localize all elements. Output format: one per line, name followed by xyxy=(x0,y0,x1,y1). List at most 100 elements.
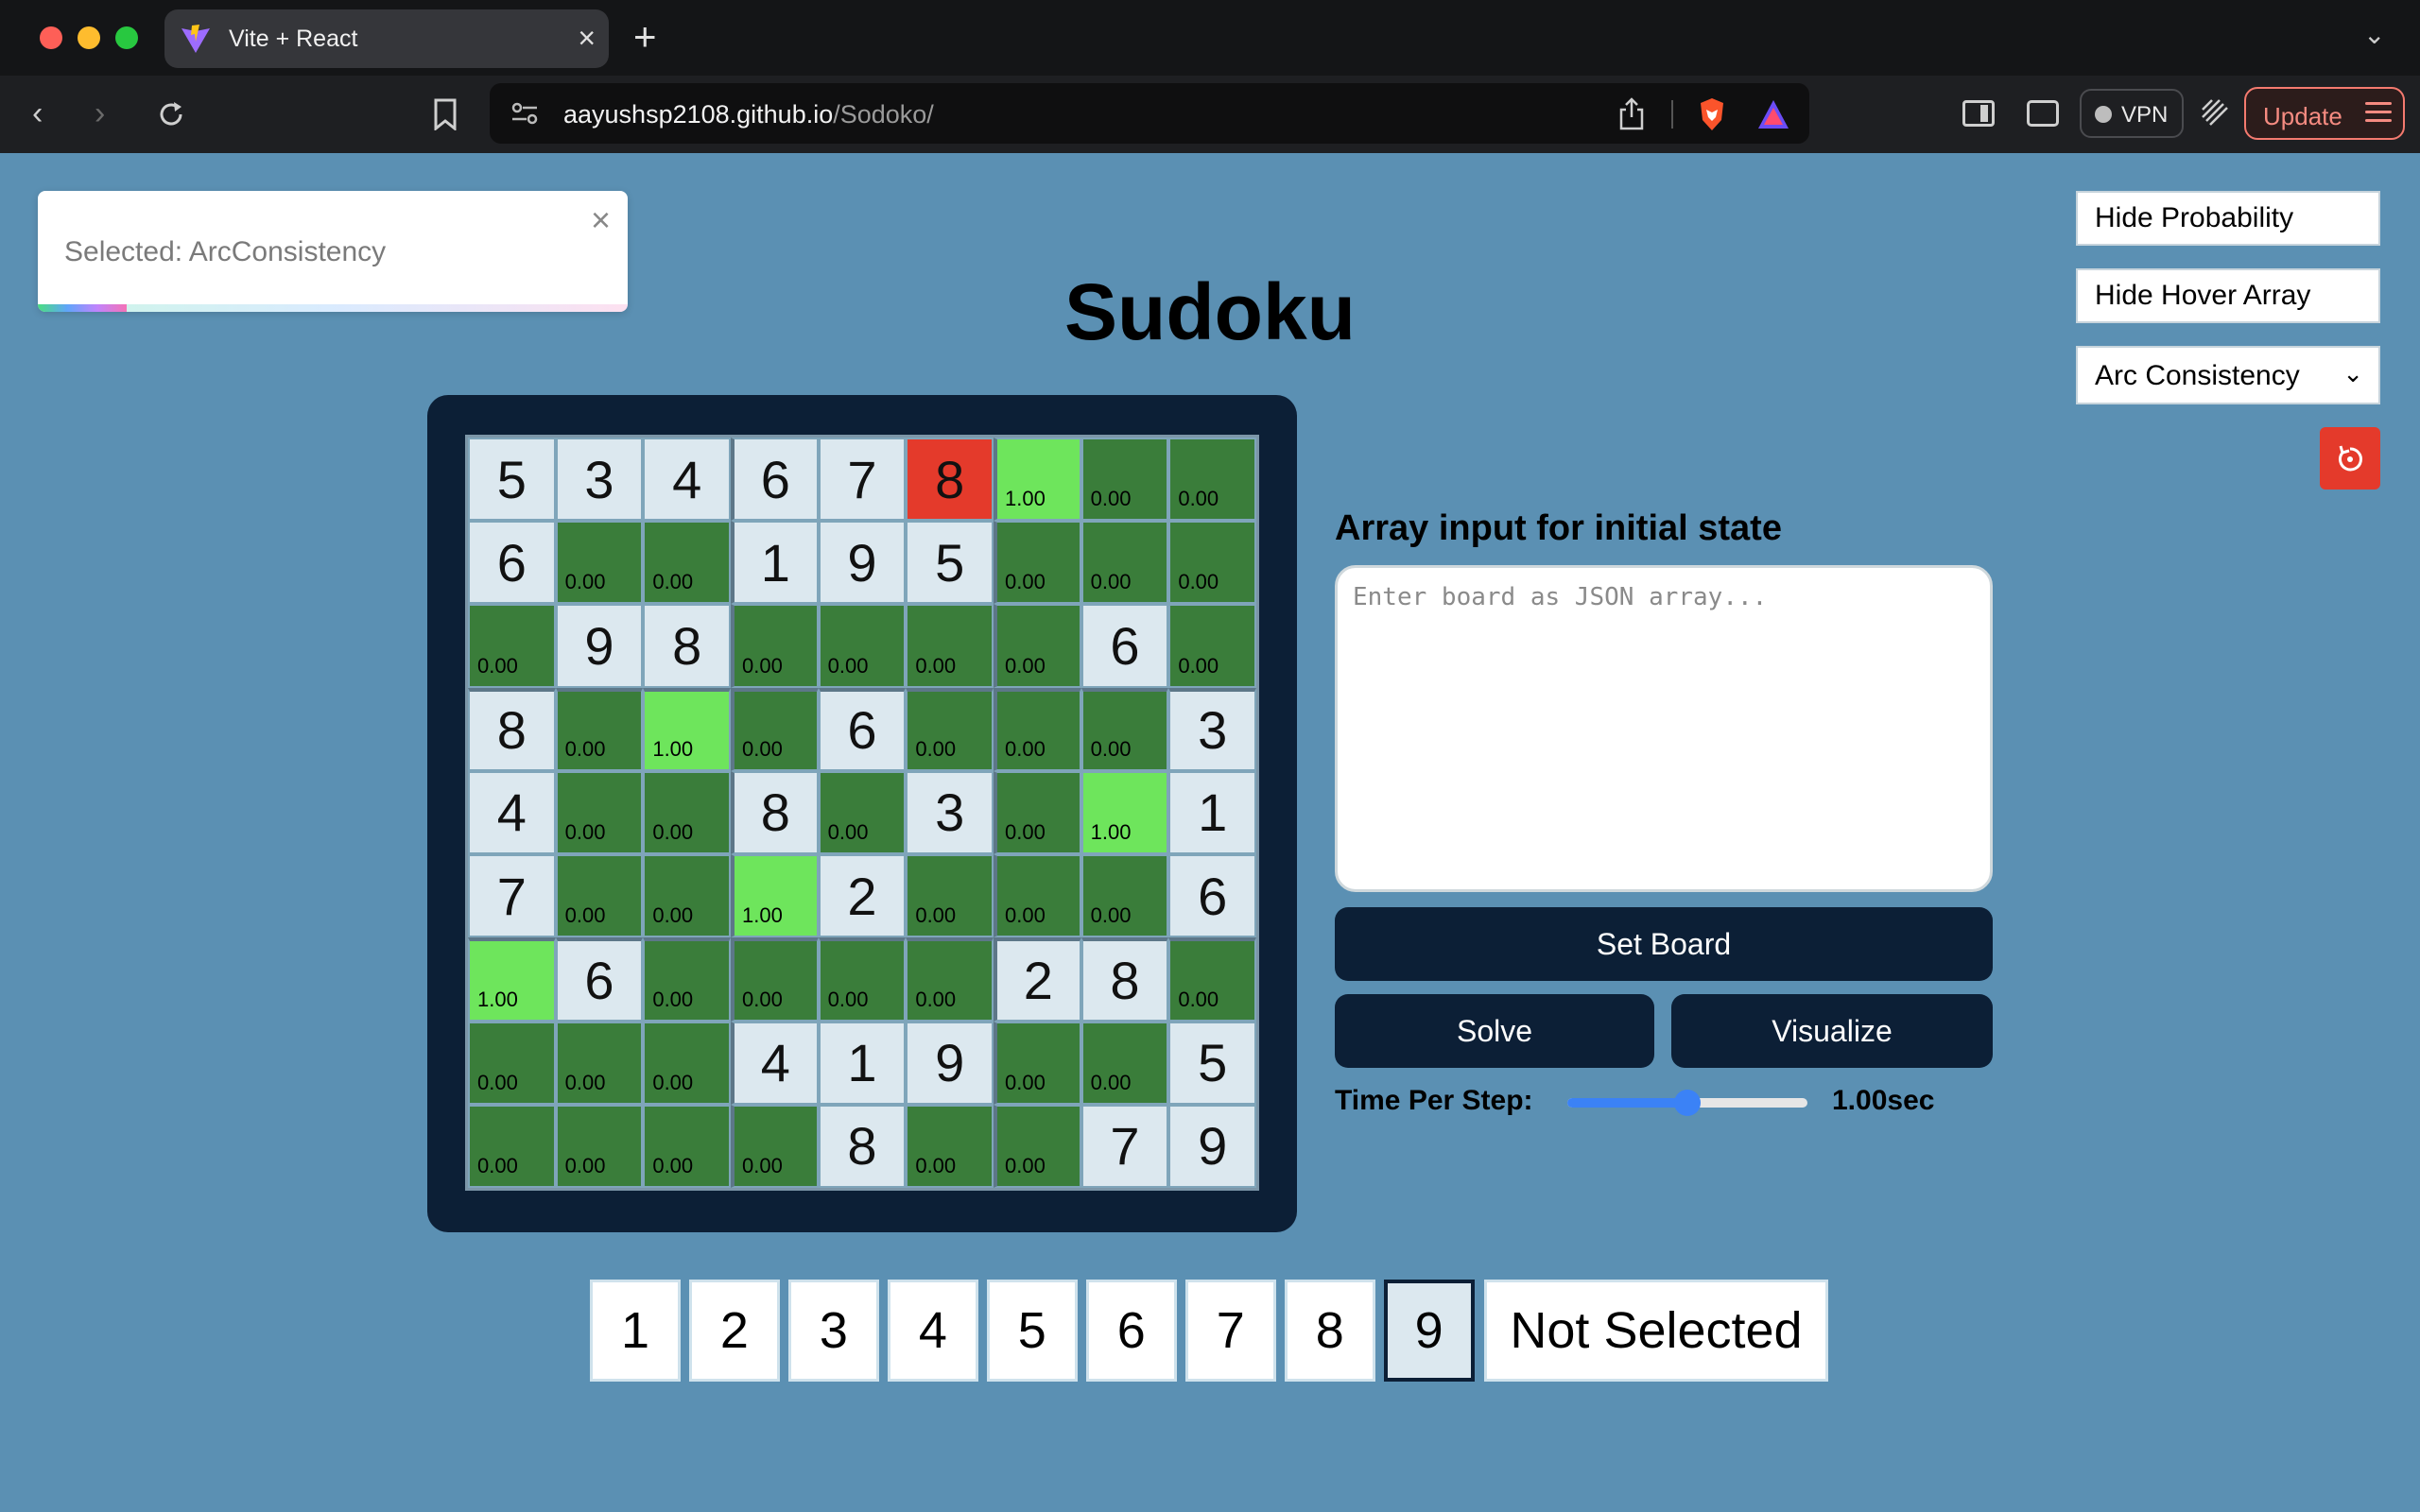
sudoku-cell[interactable]: 9 xyxy=(1168,1104,1256,1188)
sudoku-cell[interactable]: 7 xyxy=(1080,1104,1169,1188)
address-bar[interactable]: aayushsp2108.github.io/Sodoko/ xyxy=(490,83,1809,144)
sudoku-cell[interactable]: 0.00 xyxy=(643,1021,731,1105)
sudoku-cell[interactable]: 9 xyxy=(906,1021,994,1105)
set-board-button[interactable]: Set Board xyxy=(1335,907,1993,981)
sudoku-cell[interactable]: 0.00 xyxy=(1168,521,1256,605)
sudoku-cell[interactable]: 6 xyxy=(818,687,907,771)
sudoku-cell[interactable]: 0.00 xyxy=(1080,521,1169,605)
wallet-icon[interactable] xyxy=(2027,100,2059,127)
sudoku-cell[interactable]: 6 xyxy=(1168,854,1256,938)
sudoku-cell[interactable]: 9 xyxy=(555,604,644,688)
chevron-down-icon[interactable]: ⌄ xyxy=(2363,19,2385,50)
sudoku-cell[interactable]: 1 xyxy=(818,1021,907,1105)
sudoku-cell[interactable]: 0.00 xyxy=(818,937,907,1022)
sudoku-cell[interactable]: 6 xyxy=(1080,604,1169,688)
sudoku-cell[interactable]: 8 xyxy=(818,1104,907,1188)
sudoku-cell[interactable]: 1.00 xyxy=(993,438,1081,522)
sudoku-cell[interactable]: 0.00 xyxy=(1080,687,1169,771)
reset-button[interactable] xyxy=(2320,427,2380,490)
share-icon[interactable] xyxy=(1616,96,1647,130)
sudoku-cell[interactable]: 0.00 xyxy=(818,604,907,688)
sudoku-cell[interactable]: 0.00 xyxy=(1168,604,1256,688)
number-button-7[interactable]: 7 xyxy=(1184,1280,1276,1382)
sudoku-cell[interactable]: 4 xyxy=(730,1021,819,1105)
sudoku-cell[interactable]: 7 xyxy=(468,854,556,938)
number-button-1[interactable]: 1 xyxy=(590,1280,681,1382)
sudoku-cell[interactable]: 4 xyxy=(468,770,556,855)
brave-shields-icon[interactable] xyxy=(1696,96,1728,132)
maximize-window-button[interactable] xyxy=(115,26,138,49)
sudoku-cell[interactable]: 5 xyxy=(1168,1021,1256,1105)
sudoku-cell[interactable]: 0.00 xyxy=(730,604,819,688)
sudoku-cell[interactable]: 1.00 xyxy=(643,687,731,771)
sudoku-cell[interactable]: 0.00 xyxy=(643,1104,731,1188)
sudoku-cell[interactable]: 0.00 xyxy=(993,854,1081,938)
sudoku-cell[interactable]: 3 xyxy=(1168,687,1256,771)
new-tab-button[interactable]: + xyxy=(633,13,657,60)
sudoku-cell[interactable]: 5 xyxy=(906,521,994,605)
tab-close-icon[interactable]: × xyxy=(578,21,596,55)
sudoku-cell[interactable]: 3 xyxy=(555,438,644,522)
sudoku-cell[interactable]: 0.00 xyxy=(993,770,1081,855)
sudoku-cell[interactable]: 0.00 xyxy=(555,854,644,938)
sudoku-cell[interactable]: 4 xyxy=(643,438,731,522)
number-button-8[interactable]: 8 xyxy=(1284,1280,1375,1382)
update-button[interactable]: Update xyxy=(2244,87,2405,140)
number-button-2[interactable]: 2 xyxy=(688,1280,780,1382)
sudoku-cell[interactable]: 2 xyxy=(993,937,1081,1022)
bookmark-icon[interactable] xyxy=(433,98,458,130)
sudoku-cell[interactable]: 0.00 xyxy=(730,937,819,1022)
number-button-5[interactable]: 5 xyxy=(986,1280,1078,1382)
sudoku-cell[interactable]: 0.00 xyxy=(906,687,994,771)
sudoku-cell[interactable]: 8 xyxy=(1080,937,1169,1022)
sudoku-cell[interactable]: 8 xyxy=(468,687,556,771)
reload-icon[interactable] xyxy=(155,98,187,130)
board-json-input[interactable] xyxy=(1335,565,1993,892)
time-per-step-slider[interactable] xyxy=(1567,1090,1807,1116)
brave-rewards-icon[interactable] xyxy=(1756,98,1790,130)
sudoku-cell[interactable]: 0.00 xyxy=(468,1021,556,1105)
sudoku-cell[interactable]: 8 xyxy=(730,770,819,855)
sudoku-cell[interactable]: 0.00 xyxy=(468,1104,556,1188)
sudoku-cell[interactable]: 6 xyxy=(555,937,644,1022)
algorithm-select[interactable]: Arc Consistency ⌄ xyxy=(2076,346,2380,404)
sudoku-cell[interactable]: 1.00 xyxy=(730,854,819,938)
minimize-window-button[interactable] xyxy=(78,26,100,49)
hide-probability-button[interactable]: Hide Probability xyxy=(2076,191,2380,246)
sudoku-cell[interactable]: 0.00 xyxy=(1080,1021,1169,1105)
sudoku-cell[interactable]: 1 xyxy=(730,521,819,605)
number-button-9[interactable]: 9 xyxy=(1383,1280,1475,1382)
sudoku-cell[interactable]: 6 xyxy=(730,438,819,522)
sidebar-icon[interactable] xyxy=(1962,100,1995,127)
sudoku-cell[interactable]: 0.00 xyxy=(906,937,994,1022)
sudoku-cell[interactable]: 0.00 xyxy=(1080,854,1169,938)
sudoku-cell[interactable]: 0.00 xyxy=(1168,438,1256,522)
sudoku-cell[interactable]: 5 xyxy=(468,438,556,522)
sudoku-cell[interactable]: 0.00 xyxy=(993,604,1081,688)
sudoku-cell[interactable]: 8 xyxy=(906,438,994,522)
hide-hover-array-button[interactable]: Hide Hover Array xyxy=(2076,268,2380,323)
browser-tab[interactable]: Vite + React × xyxy=(164,9,609,68)
number-button-3[interactable]: 3 xyxy=(787,1280,879,1382)
sudoku-cell[interactable]: 0.00 xyxy=(818,770,907,855)
sudoku-cell[interactable]: 0.00 xyxy=(993,521,1081,605)
sudoku-cell[interactable]: 1.00 xyxy=(1080,770,1169,855)
sudoku-cell[interactable]: 8 xyxy=(643,604,731,688)
sudoku-cell[interactable]: 0.00 xyxy=(555,521,644,605)
sudoku-cell[interactable]: 1.00 xyxy=(468,937,556,1022)
sudoku-cell[interactable]: 6 xyxy=(468,521,556,605)
sudoku-cell[interactable]: 0.00 xyxy=(643,770,731,855)
sudoku-cell[interactable]: 0.00 xyxy=(468,604,556,688)
leo-ai-icon[interactable] xyxy=(2199,96,2231,129)
close-icon[interactable]: × xyxy=(591,200,611,240)
number-button-4[interactable]: 4 xyxy=(887,1280,978,1382)
sudoku-cell[interactable]: 0.00 xyxy=(643,521,731,605)
solve-button[interactable]: Solve xyxy=(1335,994,1654,1068)
sudoku-cell[interactable]: 0.00 xyxy=(993,1104,1081,1188)
number-button-6[interactable]: 6 xyxy=(1085,1280,1177,1382)
close-window-button[interactable] xyxy=(40,26,62,49)
visualize-button[interactable]: Visualize xyxy=(1671,994,1993,1068)
sudoku-cell[interactable]: 1 xyxy=(1168,770,1256,855)
sudoku-cell[interactable]: 7 xyxy=(818,438,907,522)
forward-icon[interactable]: › xyxy=(95,93,105,134)
